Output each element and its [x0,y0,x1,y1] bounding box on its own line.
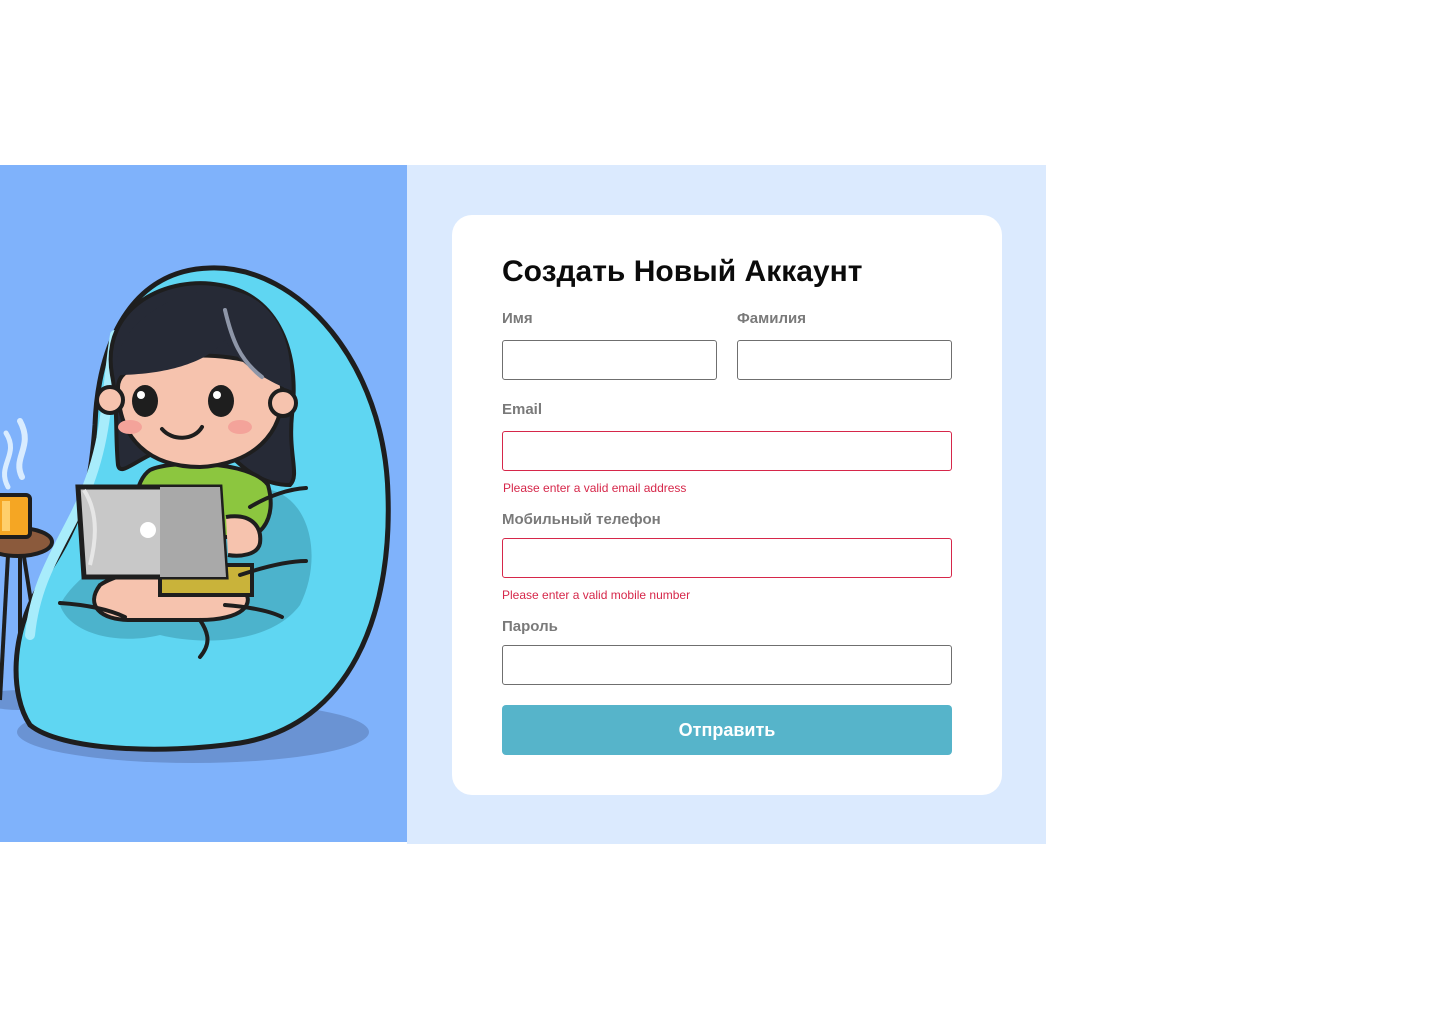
password-label: Пароль [502,618,558,635]
password-input[interactable] [502,645,952,685]
first-name-input[interactable] [502,340,717,380]
email-label: Email [502,401,543,418]
phone-error-message: Please enter a valid mobile number [502,588,691,602]
phone-input[interactable] [502,538,952,578]
phone-label: Мобильный телефон [502,511,661,528]
girl-on-beanbag-illustration [0,265,391,763]
illustration-panel [0,165,407,842]
form-panel: Создать Новый Аккаунт Имя Фамилия Email … [407,165,1046,844]
signup-card: Создать Новый Аккаунт Имя Фамилия Email … [452,215,1002,795]
last-name-label: Фамилия [737,310,806,327]
form-title: Создать Новый Аккаунт [502,255,863,288]
first-name-label: Имя [502,310,533,327]
signup-layout: Создать Новый Аккаунт Имя Фамилия Email … [0,165,1046,844]
last-name-input[interactable] [737,340,952,380]
submit-button[interactable]: Отправить [502,705,952,755]
email-input[interactable] [502,431,952,471]
email-error-message: Please enter a valid email address [503,481,687,495]
